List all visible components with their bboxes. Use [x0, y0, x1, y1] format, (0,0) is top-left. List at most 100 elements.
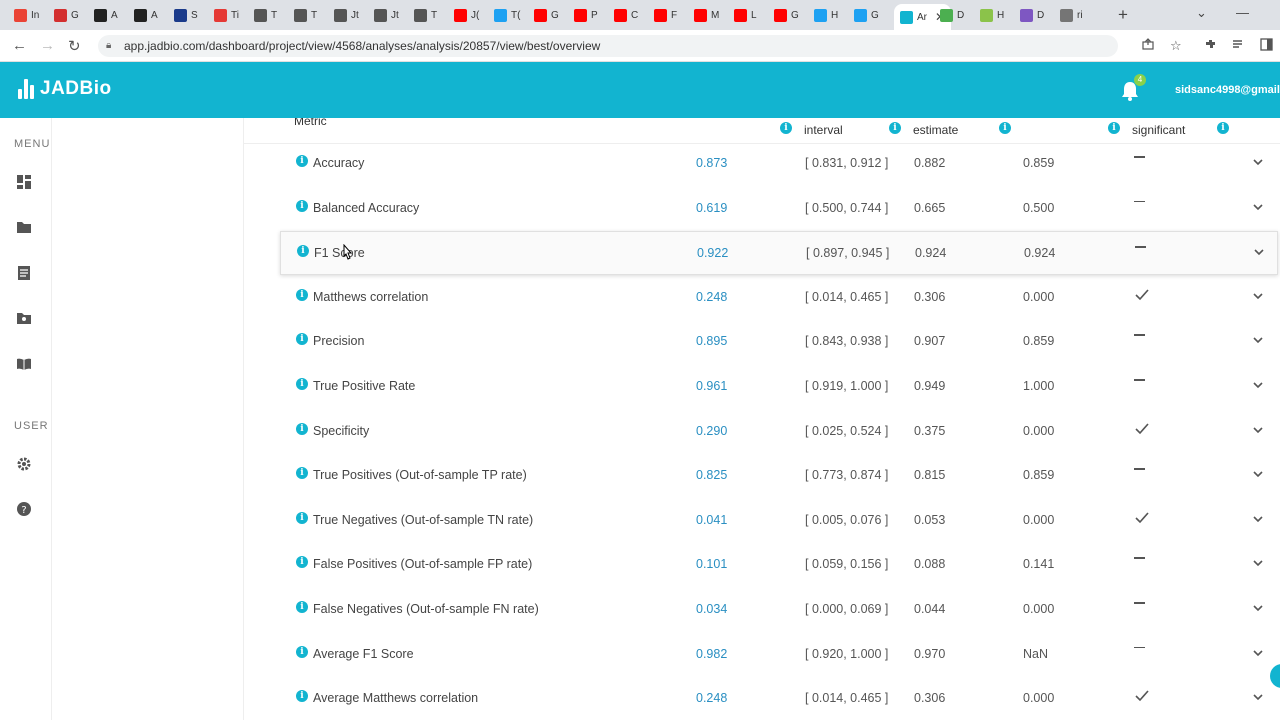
- header-info-icon[interactable]: i: [780, 122, 792, 134]
- browser-tab[interactable]: G: [534, 4, 559, 26]
- browser-tab[interactable]: In: [14, 4, 39, 26]
- browser-tab[interactable]: T: [254, 4, 277, 26]
- browser-tab[interactable]: F: [654, 4, 677, 26]
- minimize-icon[interactable]: —: [1236, 5, 1249, 20]
- metric-value[interactable]: 0.034: [696, 602, 727, 616]
- url-field[interactable]: 🔒︎ app.jadbio.com/dashboard/project/view…: [98, 35, 1118, 57]
- dashboard-icon[interactable]: [16, 174, 32, 190]
- project-icon[interactable]: [16, 310, 32, 326]
- chevron-down-icon[interactable]: [1252, 691, 1266, 705]
- table-row[interactable]: i F1 Score 0.922[ 0.897, 0.945 ] 0.924 0.924: [280, 231, 1278, 276]
- header-info-icon[interactable]: i: [1217, 122, 1229, 134]
- metric-info-icon[interactable]: i: [296, 645, 308, 658]
- metric-value[interactable]: 0.041: [696, 513, 727, 527]
- metric-value[interactable]: 0.873: [696, 156, 727, 170]
- browser-tab[interactable]: S: [174, 4, 198, 26]
- table-row[interactable]: i Accuracy 0.873 [ 0.831, 0.912 ] 0.882 0.859: [280, 142, 1278, 186]
- metric-info-icon[interactable]: i: [296, 199, 308, 212]
- back-icon[interactable]: ←: [12, 37, 27, 54]
- folder-icon[interactable]: [16, 219, 32, 235]
- metric-value[interactable]: 0.101: [696, 557, 727, 571]
- browser-tab[interactable]: ri: [1060, 4, 1083, 26]
- browser-tab[interactable]: M: [694, 4, 719, 26]
- new-tab-button[interactable]: +: [1118, 5, 1128, 25]
- metric-info-icon[interactable]: i: [296, 333, 308, 346]
- book-icon[interactable]: [16, 356, 32, 372]
- side-panel-icon[interactable]: [1260, 38, 1273, 51]
- table-row[interactable]: i True Positive Rate 0.961 [ 0.919, 1.000 ]…: [280, 365, 1278, 409]
- table-row[interactable]: i True Negatives (Out-of-sample TN rate) 0…: [280, 499, 1278, 543]
- metric-value[interactable]: 0.290: [696, 424, 727, 438]
- document-icon[interactable]: [16, 265, 32, 281]
- metric-value[interactable]: 0.825: [696, 468, 727, 482]
- browser-tab[interactable]: G: [774, 4, 799, 26]
- table-row[interactable]: i False Negatives (Out-of-sample FN rate)…: [280, 588, 1278, 632]
- bookmark-star-icon[interactable]: ☆: [1170, 38, 1182, 54]
- metric-info-icon[interactable]: i: [296, 288, 308, 301]
- metric-value[interactable]: 0.922: [697, 246, 728, 260]
- gear-icon[interactable]: [16, 456, 32, 472]
- browser-tab[interactable]: H: [814, 4, 838, 26]
- metric-info-icon[interactable]: i: [296, 556, 308, 569]
- metric-value[interactable]: 0.619: [696, 201, 727, 215]
- table-row[interactable]: i Average Matthews correlation 0.248 [ 0.01…: [280, 677, 1278, 720]
- jadbio-logo[interactable]: JADBio: [18, 78, 112, 100]
- browser-tab[interactable]: G: [854, 4, 879, 26]
- metric-info-icon[interactable]: i: [296, 155, 308, 167]
- tab-search-icon[interactable]: ⌄: [1196, 5, 1207, 21]
- table-row[interactable]: i Matthews correlation 0.248 [ 0.014, 0.465…: [280, 276, 1278, 320]
- browser-tab[interactable]: D: [1020, 4, 1044, 26]
- chevron-down-icon[interactable]: [1252, 557, 1266, 571]
- chevron-down-icon[interactable]: [1252, 602, 1266, 616]
- forward-icon[interactable]: →: [40, 37, 55, 54]
- metric-value[interactable]: 0.895: [696, 334, 727, 348]
- reading-list-icon[interactable]: [1232, 38, 1245, 51]
- browser-tab[interactable]: H: [980, 4, 1004, 26]
- chevron-down-icon[interactable]: [1252, 290, 1266, 304]
- chevron-down-icon[interactable]: [1253, 246, 1267, 260]
- share-icon[interactable]: [1142, 38, 1154, 50]
- metric-value[interactable]: 0.982: [696, 647, 727, 661]
- browser-tab[interactable]: D: [940, 4, 964, 26]
- metric-info-icon[interactable]: i: [296, 511, 308, 524]
- table-row[interactable]: i True Positives (Out-of-sample TP rate) 0…: [280, 454, 1278, 498]
- metric-value[interactable]: 0.248: [696, 691, 727, 705]
- metric-value[interactable]: 0.961: [696, 379, 727, 393]
- header-info-icon[interactable]: i: [999, 122, 1011, 134]
- chevron-down-icon[interactable]: [1252, 647, 1266, 661]
- table-row[interactable]: i Precision 0.895 [ 0.843, 0.938 ] 0.907 0.85…: [280, 320, 1278, 364]
- help-icon[interactable]: ?: [16, 501, 32, 517]
- browser-tab[interactable]: Ti: [214, 4, 239, 26]
- metric-value[interactable]: 0.248: [696, 290, 727, 304]
- table-row[interactable]: i Average F1 Score 0.982 [ 0.920, 1.000 ] 0.…: [280, 633, 1278, 677]
- chevron-down-icon[interactable]: [1252, 156, 1266, 170]
- chevron-down-icon[interactable]: [1252, 424, 1266, 438]
- browser-tab[interactable]: L: [734, 4, 757, 26]
- browser-tab[interactable]: J(: [454, 4, 479, 26]
- browser-tab[interactable]: Jt: [374, 4, 399, 26]
- browser-tab[interactable]: Jt: [334, 4, 359, 26]
- metric-info-icon[interactable]: i: [296, 467, 308, 480]
- metric-info-icon[interactable]: i: [296, 690, 308, 703]
- chevron-down-icon[interactable]: [1252, 513, 1266, 527]
- header-info-icon[interactable]: i: [889, 122, 901, 134]
- metric-info-icon[interactable]: i: [296, 422, 308, 435]
- extensions-icon[interactable]: [1204, 38, 1217, 51]
- browser-tab[interactable]: A: [134, 4, 158, 26]
- reload-icon[interactable]: ↻: [68, 37, 81, 55]
- browser-tab[interactable]: A: [94, 4, 118, 26]
- user-email[interactable]: sidsanc4998@gmail.com: [1175, 84, 1280, 96]
- header-info-icon[interactable]: i: [1108, 122, 1120, 134]
- chevron-down-icon[interactable]: [1252, 379, 1266, 393]
- browser-tab[interactable]: T: [294, 4, 317, 26]
- browser-tab[interactable]: T(: [494, 4, 520, 26]
- table-row[interactable]: i False Positives (Out-of-sample FP rate)…: [280, 543, 1278, 587]
- browser-tab[interactable]: C: [614, 4, 638, 26]
- chevron-down-icon[interactable]: [1252, 334, 1266, 348]
- metric-info-icon[interactable]: i: [297, 245, 309, 258]
- browser-tab[interactable]: P: [574, 4, 598, 26]
- table-row[interactable]: i Specificity 0.290 [ 0.025, 0.524 ] 0.375 0.…: [280, 410, 1278, 454]
- table-row[interactable]: i Balanced Accuracy 0.619 [ 0.500, 0.744 ] 0…: [280, 187, 1278, 231]
- chevron-down-icon[interactable]: [1252, 201, 1266, 215]
- chevron-down-icon[interactable]: [1252, 468, 1266, 482]
